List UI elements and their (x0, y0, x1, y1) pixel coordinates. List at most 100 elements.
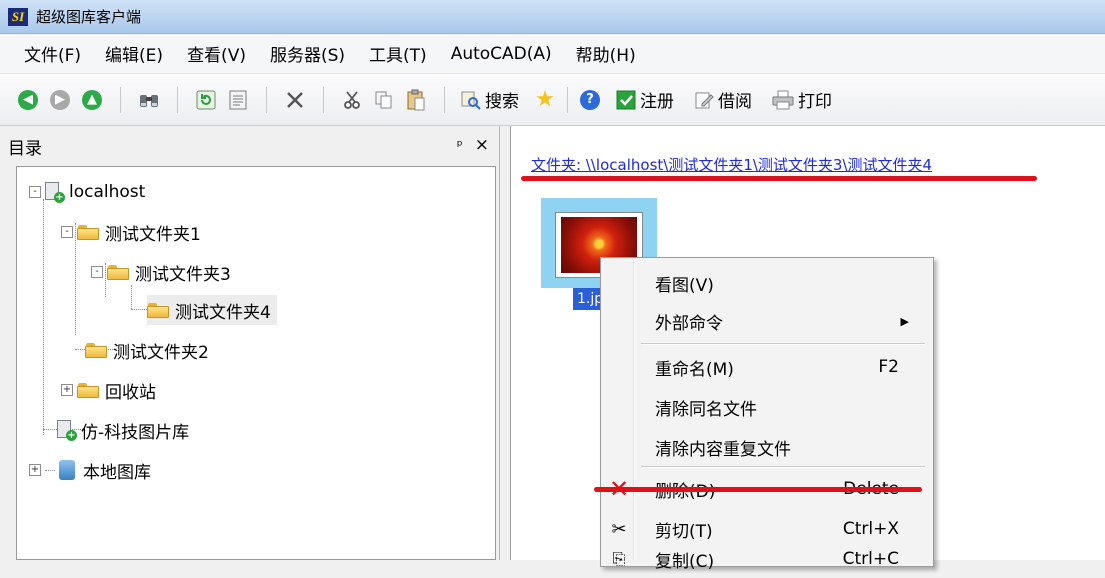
folder-icon (107, 264, 129, 280)
menu-item-label: 外部命令 (655, 313, 723, 334)
collapse-toggle[interactable]: - (29, 186, 41, 198)
cut-button[interactable] (339, 87, 365, 113)
context-menu: 看图(V) 外部命令 ▶ 重命名(M) F2 清除同名文件 清除内容重复文件 ✕… (600, 257, 934, 572)
toolbar-separator (120, 86, 121, 113)
tree-item-local-library[interactable]: + 本地图库 (29, 455, 151, 485)
menu-server[interactable]: 服务器(S) (258, 41, 357, 66)
expand-toggle[interactable]: + (61, 384, 73, 396)
pin-icon[interactable]: ᵖ (457, 138, 463, 154)
tree-item-folder4[interactable]: 测试文件夹4 (147, 295, 277, 325)
collapse-toggle[interactable]: - (61, 226, 73, 238)
copy-icon: ⎘ (612, 549, 626, 568)
annotation-underline (521, 176, 1037, 181)
close-pane-button[interactable]: × (475, 137, 489, 154)
menu-item-copy[interactable]: ⎘ 复制(C) Ctrl+C (601, 540, 933, 578)
toolbar: ◀ ▶ ▲ 搜索 ★ ? 注册 借阅 打印 (0, 74, 1105, 126)
star-icon: ★ (535, 87, 555, 112)
refresh-button[interactable] (193, 87, 219, 113)
menu-item-rename[interactable]: 重命名(M) F2 (601, 348, 933, 386)
menu-item-label: 重命名(M) (655, 359, 734, 380)
help-button[interactable]: ? (577, 87, 603, 113)
find-folder-button[interactable] (136, 87, 162, 113)
expand-toggle[interactable]: + (29, 464, 41, 476)
scissors-icon (344, 90, 360, 109)
borrow-label: 借阅 (718, 92, 752, 112)
tree-item-localhost[interactable]: - + localhost (29, 177, 145, 207)
properties-button[interactable] (225, 87, 251, 113)
tree-item-label: localhost (69, 182, 146, 202)
folder-path-link[interactable]: 文件夹: \\localhost\测试文件夹1\测试文件夹3\测试文件夹4 (531, 154, 932, 175)
tree-item-label: 回收站 (105, 382, 156, 403)
tree-item-tech-library[interactable]: + 仿-科技图片库 (57, 415, 189, 445)
menu-tools[interactable]: 工具(T) (357, 41, 439, 66)
tree-item-folder2[interactable]: 测试文件夹2 (85, 335, 209, 365)
menu-item-shortcut: F2 (878, 357, 899, 377)
register-label: 注册 (640, 92, 674, 112)
tree-item-label: 测试文件夹2 (113, 342, 209, 363)
menu-edit[interactable]: 编辑(E) (93, 41, 175, 66)
tree-item-folder1[interactable]: - 测试文件夹1 (61, 217, 201, 247)
search-button[interactable]: 搜索 (461, 87, 519, 112)
favorite-button[interactable]: ★ (532, 87, 558, 113)
menu-item-shortcut: Ctrl+X (842, 519, 899, 539)
printer-icon (772, 90, 794, 109)
toolbar-separator (266, 86, 267, 113)
menu-item-clear-same-name[interactable]: 清除同名文件 (601, 388, 933, 426)
tree-item-label: 测试文件夹1 (105, 224, 201, 245)
folder-icon (77, 382, 99, 398)
document-list-icon (229, 90, 247, 109)
up-arrow-icon: ▲ (82, 89, 102, 110)
toolbar-separator (567, 86, 568, 113)
folder-icon (85, 342, 107, 358)
monitor-icon (59, 460, 75, 480)
copy-button[interactable] (371, 87, 397, 113)
help-question-icon: ? (580, 89, 600, 110)
folder-open-icon (147, 302, 169, 318)
paste-button[interactable] (403, 87, 429, 113)
menu-bar: 文件(F) 编辑(E) 查看(V) 服务器(S) 工具(T) AutoCAD(A… (0, 34, 1105, 74)
menu-separator (641, 343, 925, 345)
submenu-arrow-icon: ▶ (900, 314, 909, 328)
menu-item-label: 清除同名文件 (655, 399, 757, 420)
back-button[interactable]: ◀ (15, 87, 41, 113)
tree-item-label: 本地图库 (83, 462, 151, 483)
toolbar-separator (177, 86, 178, 113)
menu-autocad[interactable]: AutoCAD(A) (439, 44, 564, 64)
binoculars-icon (140, 94, 158, 107)
tree-item-label: 测试文件夹4 (175, 302, 271, 323)
tree-item-label: 仿-科技图片库 (81, 422, 190, 443)
forward-button[interactable]: ▶ (47, 87, 73, 113)
tree-item-label: 测试文件夹3 (135, 264, 231, 285)
register-button[interactable]: 注册 (616, 87, 674, 112)
pane-header: 目录 ᵖ × (0, 126, 499, 166)
clipboard-icon (407, 89, 425, 110)
tree-item-recycle-bin[interactable]: + 回收站 (61, 375, 156, 405)
menu-item-clear-duplicates[interactable]: 清除内容重复文件 (601, 428, 933, 466)
window-title: 超级图库客户端 (36, 8, 142, 26)
search-icon (461, 91, 481, 110)
title-bar: SI 超级图库客户端 (0, 0, 1105, 34)
up-button[interactable]: ▲ (79, 87, 105, 113)
edit-document-icon (695, 92, 714, 108)
borrow-button[interactable]: 借阅 (694, 87, 752, 112)
menu-separator (641, 466, 925, 468)
refresh-icon (196, 90, 216, 109)
menu-help[interactable]: 帮助(H) (564, 41, 648, 66)
print-button[interactable]: 打印 (772, 87, 832, 112)
toolbar-separator (323, 86, 324, 113)
menu-item-view-image[interactable]: 看图(V) (601, 264, 933, 302)
annotation-underline (594, 487, 922, 492)
tree-item-folder3[interactable]: - 测试文件夹3 (91, 257, 231, 287)
delete-button[interactable] (282, 87, 308, 113)
copy-icon (375, 91, 392, 108)
server-icon: + (57, 420, 77, 441)
forward-arrow-icon: ▶ (50, 89, 70, 110)
collapse-toggle[interactable]: - (91, 266, 103, 278)
server-icon: + (45, 182, 65, 203)
menu-view[interactable]: 查看(V) (175, 41, 258, 66)
menu-item-external-command[interactable]: 外部命令 ▶ (601, 302, 933, 340)
delete-x-icon (287, 91, 303, 108)
menu-item-label: 复制(C) (655, 551, 715, 572)
app-icon: SI (8, 7, 28, 26)
menu-file[interactable]: 文件(F) (0, 41, 93, 66)
